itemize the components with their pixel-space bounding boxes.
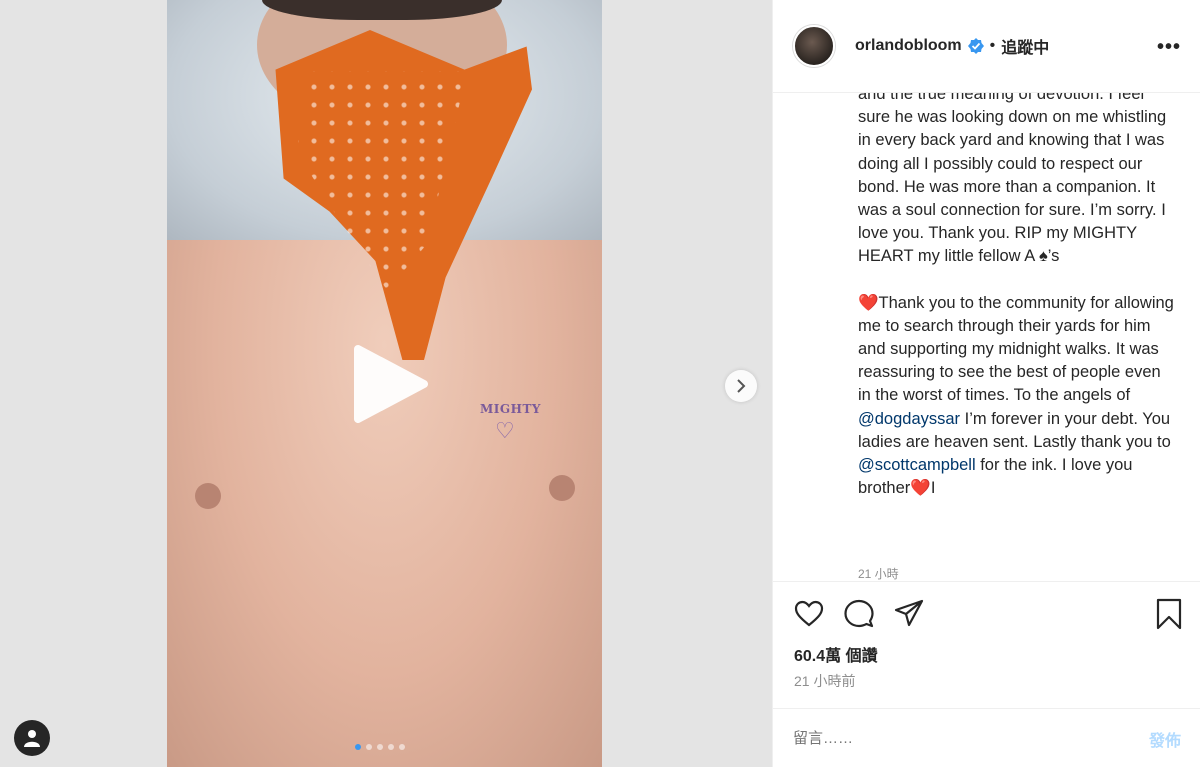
carousel-dot	[355, 744, 361, 750]
carousel-dot	[366, 744, 372, 750]
caption-paragraph: and the true meaning of devotion. I feel…	[858, 93, 1178, 269]
torso	[167, 240, 602, 767]
follow-button[interactable]: 追蹤中	[1001, 34, 1049, 58]
play-icon[interactable]	[350, 343, 430, 425]
heart-emoji: ❤️	[858, 293, 879, 312]
carousel-dot	[377, 744, 383, 750]
chevron-right-icon	[737, 379, 746, 393]
avatar[interactable]	[793, 25, 835, 67]
profile-button[interactable]	[14, 720, 50, 756]
bookmark-icon[interactable]	[1153, 598, 1185, 630]
post-panel: orlandobloom • 追蹤中 ••• and the true mean…	[772, 0, 1200, 767]
carousel-indicator	[355, 744, 405, 750]
user-icon	[24, 730, 40, 747]
caption-text: and the true meaning of devotion. I feel…	[858, 93, 1178, 523]
share-icon[interactable]	[893, 598, 925, 630]
heart-emoji: ❤️	[910, 479, 931, 498]
comment-input[interactable]	[793, 730, 1149, 747]
carousel-dot	[388, 744, 394, 750]
carousel-dot	[399, 744, 405, 750]
verified-icon	[967, 38, 984, 54]
username[interactable]: orlandobloom	[855, 37, 962, 55]
separator: •	[989, 37, 996, 54]
chest-right	[549, 475, 575, 501]
post-comment-button[interactable]: 發佈	[1149, 727, 1181, 751]
caption-time: 21 小時	[858, 567, 899, 581]
caption-segment: Thank you to the community for allowing …	[858, 293, 1174, 405]
likes-count[interactable]: 60.4萬 個讚	[794, 642, 878, 666]
tattoo-heart-icon: ♡	[495, 418, 515, 443]
actions-section: 60.4萬 個讚 21 小時前 發佈	[773, 581, 1200, 767]
tattoo-text: MIGHTY	[480, 402, 541, 416]
caption-paragraph: ❤️Thank you to the community for allowin…	[858, 292, 1178, 501]
comment-box: 發佈	[773, 708, 1200, 767]
media-pane: MIGHTY ♡	[0, 0, 772, 767]
comment-icon[interactable]	[843, 598, 875, 630]
chest-left	[195, 483, 221, 509]
caption-segment: I	[930, 479, 936, 498]
next-slide-button[interactable]	[725, 370, 757, 402]
more-icon[interactable]: •••	[1157, 36, 1181, 59]
post-timestamp[interactable]: 21 小時前	[794, 671, 855, 691]
heart-icon[interactable]	[793, 598, 825, 630]
post-header: orlandobloom • 追蹤中 •••	[773, 0, 1200, 93]
action-row	[793, 598, 925, 630]
mention-link[interactable]: @scottcampbell	[858, 456, 976, 474]
caption-area: and the true meaning of devotion. I feel…	[773, 93, 1200, 581]
caption-segment: and the true meaning of devotion. I feel…	[858, 93, 1167, 266]
mention-link[interactable]: @dogdayssar	[858, 410, 960, 428]
